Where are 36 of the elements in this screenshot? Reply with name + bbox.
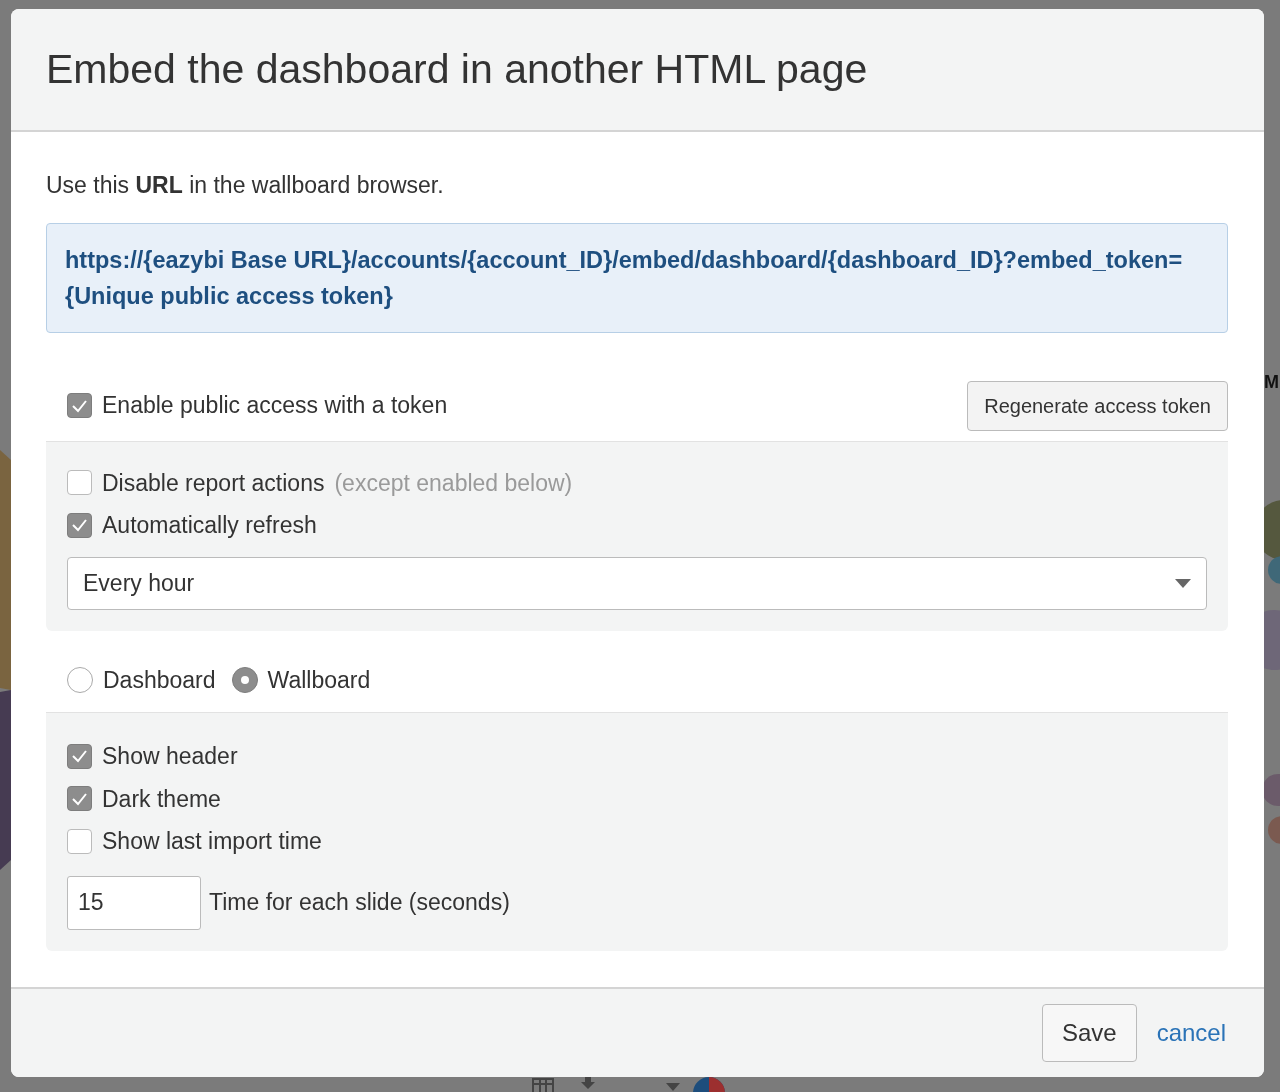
slide-time-field[interactable]: 15 [67, 875, 201, 930]
hint-text: (except enabled below) [334, 468, 573, 498]
radio-label: Dashboard [103, 665, 216, 695]
checkbox-label: Disable report actions [102, 468, 325, 498]
radio-button[interactable] [67, 666, 93, 693]
checkbox-label: Dark theme [102, 784, 221, 814]
table-icon [532, 1078, 554, 1092]
caret-icon [666, 1083, 680, 1091]
checkbox-label: Automatically refresh [102, 511, 317, 540]
checkbox-label: Enable public access with a token [102, 391, 448, 421]
radio-label: Wallboard [267, 665, 371, 695]
checkbox[interactable] [67, 470, 92, 496]
column-header: M [1264, 372, 1279, 394]
refresh-interval-select[interactable]: Every hour [67, 556, 1207, 610]
checkbox[interactable] [67, 743, 92, 769]
regenerate-token-button[interactable]: Regenerate access token [967, 380, 1228, 431]
checkbox-label: Show last import time [102, 827, 322, 856]
check-icon [71, 398, 88, 413]
pie-chart-icon [692, 1076, 726, 1092]
intro-text: Use this URL in the wallboard browser. [46, 171, 445, 200]
checkbox[interactable] [67, 786, 92, 812]
checkbox[interactable] [67, 828, 92, 854]
select-value: Every hour [83, 568, 195, 598]
caret-icon [1175, 578, 1191, 588]
dialog-title: Embed the dashboard in another HTML page [46, 44, 868, 94]
save-button[interactable]: Save [1041, 1004, 1137, 1062]
check-icon [71, 518, 88, 533]
radio-button[interactable] [231, 666, 258, 693]
checkbox[interactable] [67, 393, 92, 418]
checkbox-label: Show header [102, 742, 238, 771]
check-icon [71, 749, 88, 764]
check-icon [71, 791, 88, 806]
embed-url: https://{eazybi Base URL}/accounts/{account_ID}/embed/dashboard/{dashboard_ID}?embed_token={Unique public access token} [46, 222, 1228, 333]
slide-time-label: Time for each slide (seconds) [209, 888, 510, 918]
cancel-link[interactable]: cancel [1156, 1015, 1226, 1051]
checkbox[interactable] [67, 512, 92, 538]
